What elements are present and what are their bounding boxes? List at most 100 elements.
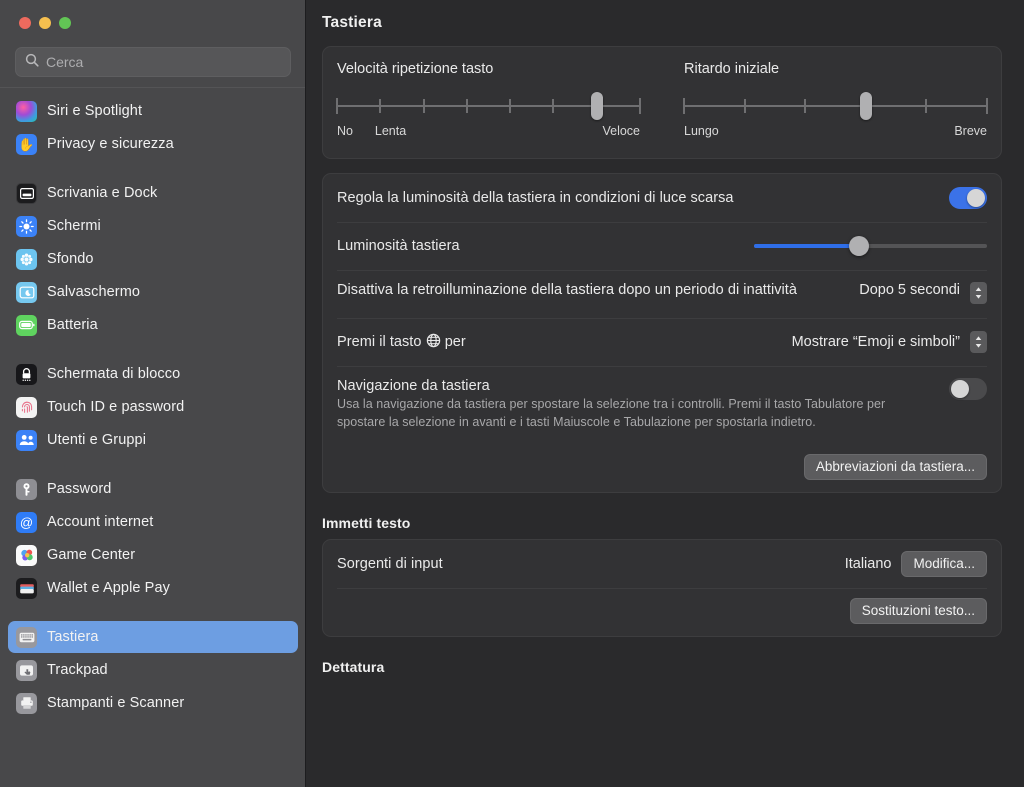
sidebar-item-scrivania-e-dock[interactable]: Scrivania e Dock xyxy=(8,177,298,209)
sidebar-item-game-center[interactable]: Game Center xyxy=(8,539,298,571)
keyboard-brightness-slider[interactable] xyxy=(754,236,987,256)
sidebar-item-touch-id-e-password[interactable]: Touch ID e password xyxy=(8,391,298,423)
sidebar-item-label: Password xyxy=(47,481,112,497)
sidebar-item-label: Account internet xyxy=(47,514,154,530)
sidebar-item-trackpad[interactable]: Trackpad xyxy=(8,654,298,686)
sidebar-item-label: Siri e Spotlight xyxy=(47,103,143,119)
chevron-up-down-icon xyxy=(975,336,982,348)
key-repeat-tick-labels: No Lenta Veloce xyxy=(337,124,640,142)
chevron-up-down-icon xyxy=(975,287,982,299)
sidebar-item-label: Salvaschermo xyxy=(47,284,141,300)
slider-tick xyxy=(552,99,555,113)
keyboard-navigation-toggle[interactable] xyxy=(949,378,987,400)
ambient-light-label: Regola la luminosità della tastiera in c… xyxy=(337,190,734,206)
sidebar-item-wallet-e-apple-pay[interactable]: Wallet e Apple Pay xyxy=(8,572,298,604)
tick-label-max: Veloce xyxy=(602,124,640,138)
ambient-light-row: Regola la luminosità della tastiera in c… xyxy=(323,174,1001,222)
globe-key-label: Premi il tasto per xyxy=(337,333,792,352)
slider-tick xyxy=(336,98,338,114)
minimize-button[interactable] xyxy=(39,17,51,29)
globe-key-label-after: per xyxy=(444,333,466,350)
text-input-section-title: Immetti testo xyxy=(322,514,411,531)
search-input[interactable]: Cerca xyxy=(15,47,291,77)
password-key-icon xyxy=(16,478,37,500)
text-input-card: Sorgenti di input Italiano Modifica... S… xyxy=(322,538,1002,637)
slider-tick xyxy=(804,99,807,113)
sidebar-item-privacy-e-sicurezza[interactable]: ✋ Privacy e sicurezza xyxy=(8,128,298,160)
slider-track xyxy=(684,105,987,107)
backlight-timeout-value[interactable]: Dopo 5 secondi xyxy=(859,282,960,298)
globe-key-stepper[interactable] xyxy=(970,331,987,353)
sidebar-item-siri-e-spotlight[interactable]: Siri e Spotlight xyxy=(8,95,298,127)
sidebar-item-salvaschermo[interactable]: Salvaschermo xyxy=(8,276,298,308)
screensaver-icon xyxy=(16,281,37,303)
brightness-slider-thumb[interactable] xyxy=(848,236,869,256)
edit-input-sources-button[interactable]: Modifica... xyxy=(901,550,987,577)
main-content: Tastiera Velocità ripetizione tasto No L… xyxy=(306,0,1024,787)
sidebar-item-account-internet[interactable]: @ Account internet xyxy=(8,506,298,538)
sidebar-item-sfondo[interactable]: Sfondo xyxy=(8,243,298,275)
sidebar-item-password[interactable]: Password xyxy=(8,473,298,505)
privacy-hand-icon: ✋ xyxy=(16,133,37,155)
sidebar-item-stampanti-e-scanner[interactable]: Stampanti e Scanner xyxy=(8,687,298,719)
key-repeat-label: Velocità ripetizione tasto xyxy=(337,61,494,77)
sidebar-item-schermi[interactable]: Schermi xyxy=(8,210,298,242)
sidebar-list: Siri e Spotlight ✋ Privacy e sicurezza S… xyxy=(0,88,306,719)
toggle-knob xyxy=(951,380,969,398)
sidebar-item-tastiera[interactable]: Tastiera xyxy=(8,621,298,653)
zoom-button[interactable] xyxy=(59,17,71,29)
wallpaper-icon xyxy=(16,248,37,270)
sidebar-group: Scrivania e Dock Schermi Sfondo Salvasch… xyxy=(0,177,306,341)
initial-delay-slider[interactable] xyxy=(683,92,988,120)
keyboard-shortcuts-button[interactable]: Abbreviazioni da tastiera... xyxy=(803,453,987,480)
window-traffic-lights xyxy=(0,0,306,41)
sidebar-item-label: Schermata di blocco xyxy=(47,366,181,382)
sidebar-item-batteria[interactable]: Batteria xyxy=(8,309,298,341)
key-repeat-slider-thumb[interactable] xyxy=(590,92,603,120)
keyboard-brightness-row: Luminosità tastiera xyxy=(323,222,1001,270)
sidebar-item-utenti-e-gruppi[interactable]: Utenti e Gruppi xyxy=(8,424,298,456)
desktop-dock-icon xyxy=(16,182,37,204)
text-replacements-row: Sostituzioni testo... xyxy=(323,587,1001,636)
ambient-light-toggle[interactable] xyxy=(949,187,987,209)
input-sources-row: Sorgenti di input Italiano Modifica... xyxy=(323,540,1001,588)
sidebar-item-label: Touch ID e password xyxy=(47,399,185,415)
game-center-icon xyxy=(16,544,37,566)
slider-tick xyxy=(683,98,685,114)
backlight-timeout-label: Disattiva la retroilluminazione della ta… xyxy=(337,282,797,298)
keyboard-navigation-block: Navigazione da tastiera Usa la navigazio… xyxy=(337,378,949,432)
printer-scanner-icon xyxy=(16,692,37,714)
close-button[interactable] xyxy=(19,17,31,29)
sidebar-group: Password @ Account internet Game Center xyxy=(0,473,306,604)
initial-delay-slider-group: Ritardo iniziale Lungo Breve xyxy=(662,61,988,142)
users-groups-icon xyxy=(16,429,37,451)
siri-icon xyxy=(16,100,37,122)
slider-tick xyxy=(509,99,512,113)
trackpad-icon xyxy=(16,659,37,681)
sidebar-item-label: Batteria xyxy=(47,317,98,333)
sidebar: Cerca Siri e Spotlight ✋ Privacy e sicur… xyxy=(0,0,306,787)
sidebar-item-label: Trackpad xyxy=(47,662,108,678)
sliders-container: Velocità ripetizione tasto No Lenta Velo… xyxy=(323,47,1001,158)
system-settings-window: Cerca Siri e Spotlight ✋ Privacy e sicur… xyxy=(0,0,1024,787)
keyboard-navigation-label: Navigazione da tastiera xyxy=(337,378,490,394)
sidebar-item-label: Scrivania e Dock xyxy=(47,185,158,201)
input-sources-value: Italiano xyxy=(844,555,892,572)
sidebar-item-label: Schermi xyxy=(47,218,101,234)
repeat-delay-card: Velocità ripetizione tasto No Lenta Velo… xyxy=(322,46,1002,159)
sidebar-group: Schermata di blocco Touch ID e password … xyxy=(0,358,306,456)
key-repeat-slider[interactable] xyxy=(336,92,641,120)
key-repeat-slider-group: Velocità ripetizione tasto No Lenta Velo… xyxy=(336,61,662,142)
keyboard-navigation-description: Usa la navigazione da tastiera per spost… xyxy=(337,397,886,429)
slider-fill xyxy=(754,244,859,248)
page-title: Tastiera xyxy=(322,14,382,31)
slider-tick xyxy=(465,99,468,113)
globe-key-value[interactable]: Mostrare “Emoji e simboli” xyxy=(792,334,960,350)
initial-delay-slider-thumb[interactable] xyxy=(859,92,872,120)
tick-label-min: No xyxy=(337,124,353,138)
backlight-timeout-stepper[interactable] xyxy=(970,282,987,304)
sidebar-item-schermata-di-blocco[interactable]: Schermata di blocco xyxy=(8,358,298,390)
text-replacements-button[interactable]: Sostituzioni testo... xyxy=(849,597,987,624)
